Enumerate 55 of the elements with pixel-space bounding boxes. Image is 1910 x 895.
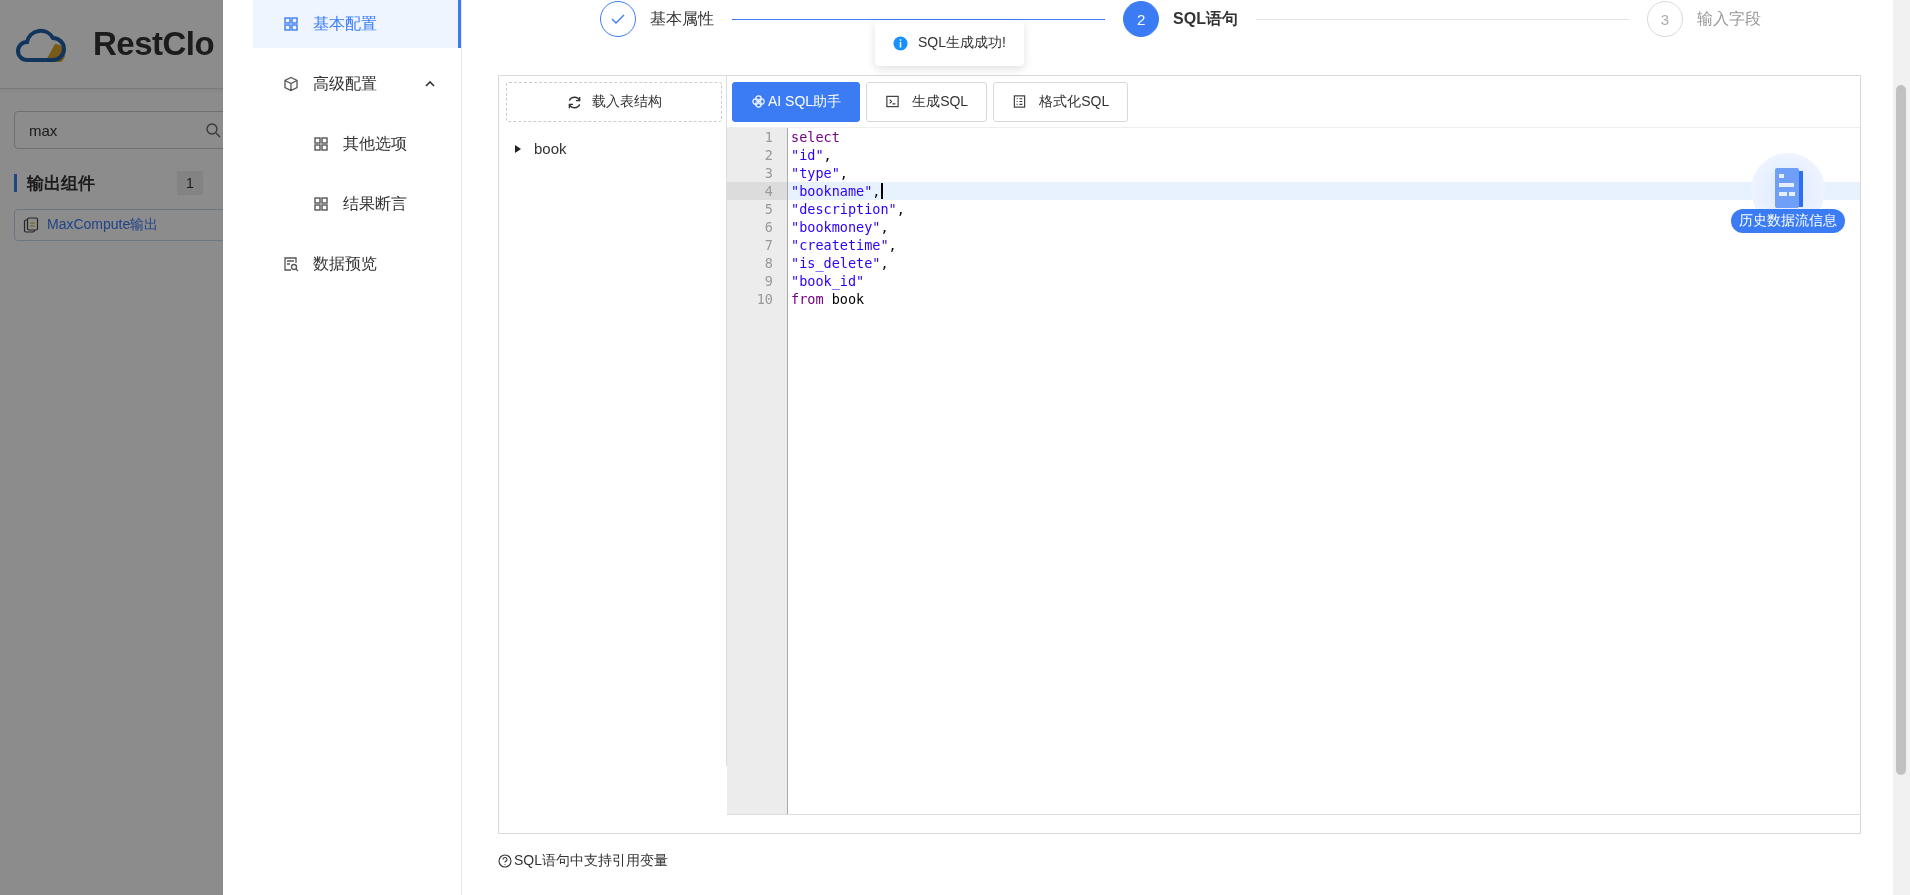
nav-subitem[interactable]: 其他选项 <box>253 120 461 168</box>
line-number: 2 <box>763 146 773 164</box>
step-label: SQL语句 <box>1173 8 1238 29</box>
code-line: "book_id" <box>791 272 865 290</box>
code-line: "type", <box>791 164 848 182</box>
caret-icon[interactable] <box>514 144 522 153</box>
step-label: 输入字段 <box>1697 8 1761 29</box>
logo-text: RestClo <box>93 25 215 63</box>
nav-item[interactable]: 数据预览 <box>253 240 461 288</box>
code-line: "is_delete", <box>791 254 889 272</box>
ai-icon <box>751 94 766 109</box>
code-line: "description", <box>791 200 905 218</box>
line-number: 3 <box>763 164 773 182</box>
line-number: 7 <box>763 236 773 254</box>
toast: SQL生成成功! <box>875 20 1024 66</box>
scrollbar[interactable] <box>1893 0 1910 895</box>
tree-node[interactable]: book <box>534 140 567 157</box>
info-icon <box>893 35 908 51</box>
refresh-icon <box>566 94 582 110</box>
document-icon <box>23 217 39 233</box>
line-number: 5 <box>763 200 773 218</box>
toolbar-button[interactable]: 格式化SQL <box>993 81 1129 122</box>
line-number: 4 <box>763 182 773 200</box>
terminal-icon <box>885 94 901 109</box>
code-line: from book <box>791 290 865 308</box>
grid-icon <box>313 196 329 212</box>
code-line: select <box>791 128 840 146</box>
cube-icon <box>283 76 299 92</box>
nav-item[interactable]: 基本配置 <box>253 0 461 48</box>
group-title: 输出组件 <box>27 172 96 195</box>
toolbar-button[interactable]: 生成SQL <box>866 81 988 122</box>
line-number: 6 <box>763 218 773 236</box>
help-icon <box>498 854 512 868</box>
step-label: 基本属性 <box>650 8 714 29</box>
toolbar-button[interactable]: AI SQL助手 <box>732 81 861 122</box>
load-schema-button[interactable]: 载入表结构 <box>506 82 722 122</box>
count-badge: 1 <box>177 171 203 195</box>
document-icon <box>1012 94 1028 109</box>
line-number: 1 <box>763 128 773 146</box>
hint-text: SQL语句中支持引用变量 <box>514 852 668 870</box>
nav-subitem[interactable]: 结果断言 <box>253 180 461 228</box>
grid-icon <box>313 136 329 152</box>
line-number: 10 <box>755 290 773 308</box>
preview-icon <box>283 256 299 272</box>
code-line: "createtime", <box>791 236 897 254</box>
history-badge[interactable]: 历史数据流信息 <box>1731 209 1845 233</box>
search-icon[interactable] <box>205 122 221 138</box>
code-line: "bookname", <box>791 182 883 200</box>
grid-icon <box>283 16 299 32</box>
line-number: 8 <box>763 254 773 272</box>
code-line: "bookmoney", <box>791 218 889 236</box>
nav-item[interactable]: 高级配置 <box>253 60 461 108</box>
code-line: "id", <box>791 146 832 164</box>
line-number: 9 <box>763 272 773 290</box>
step-circle: 2 <box>1123 1 1160 37</box>
